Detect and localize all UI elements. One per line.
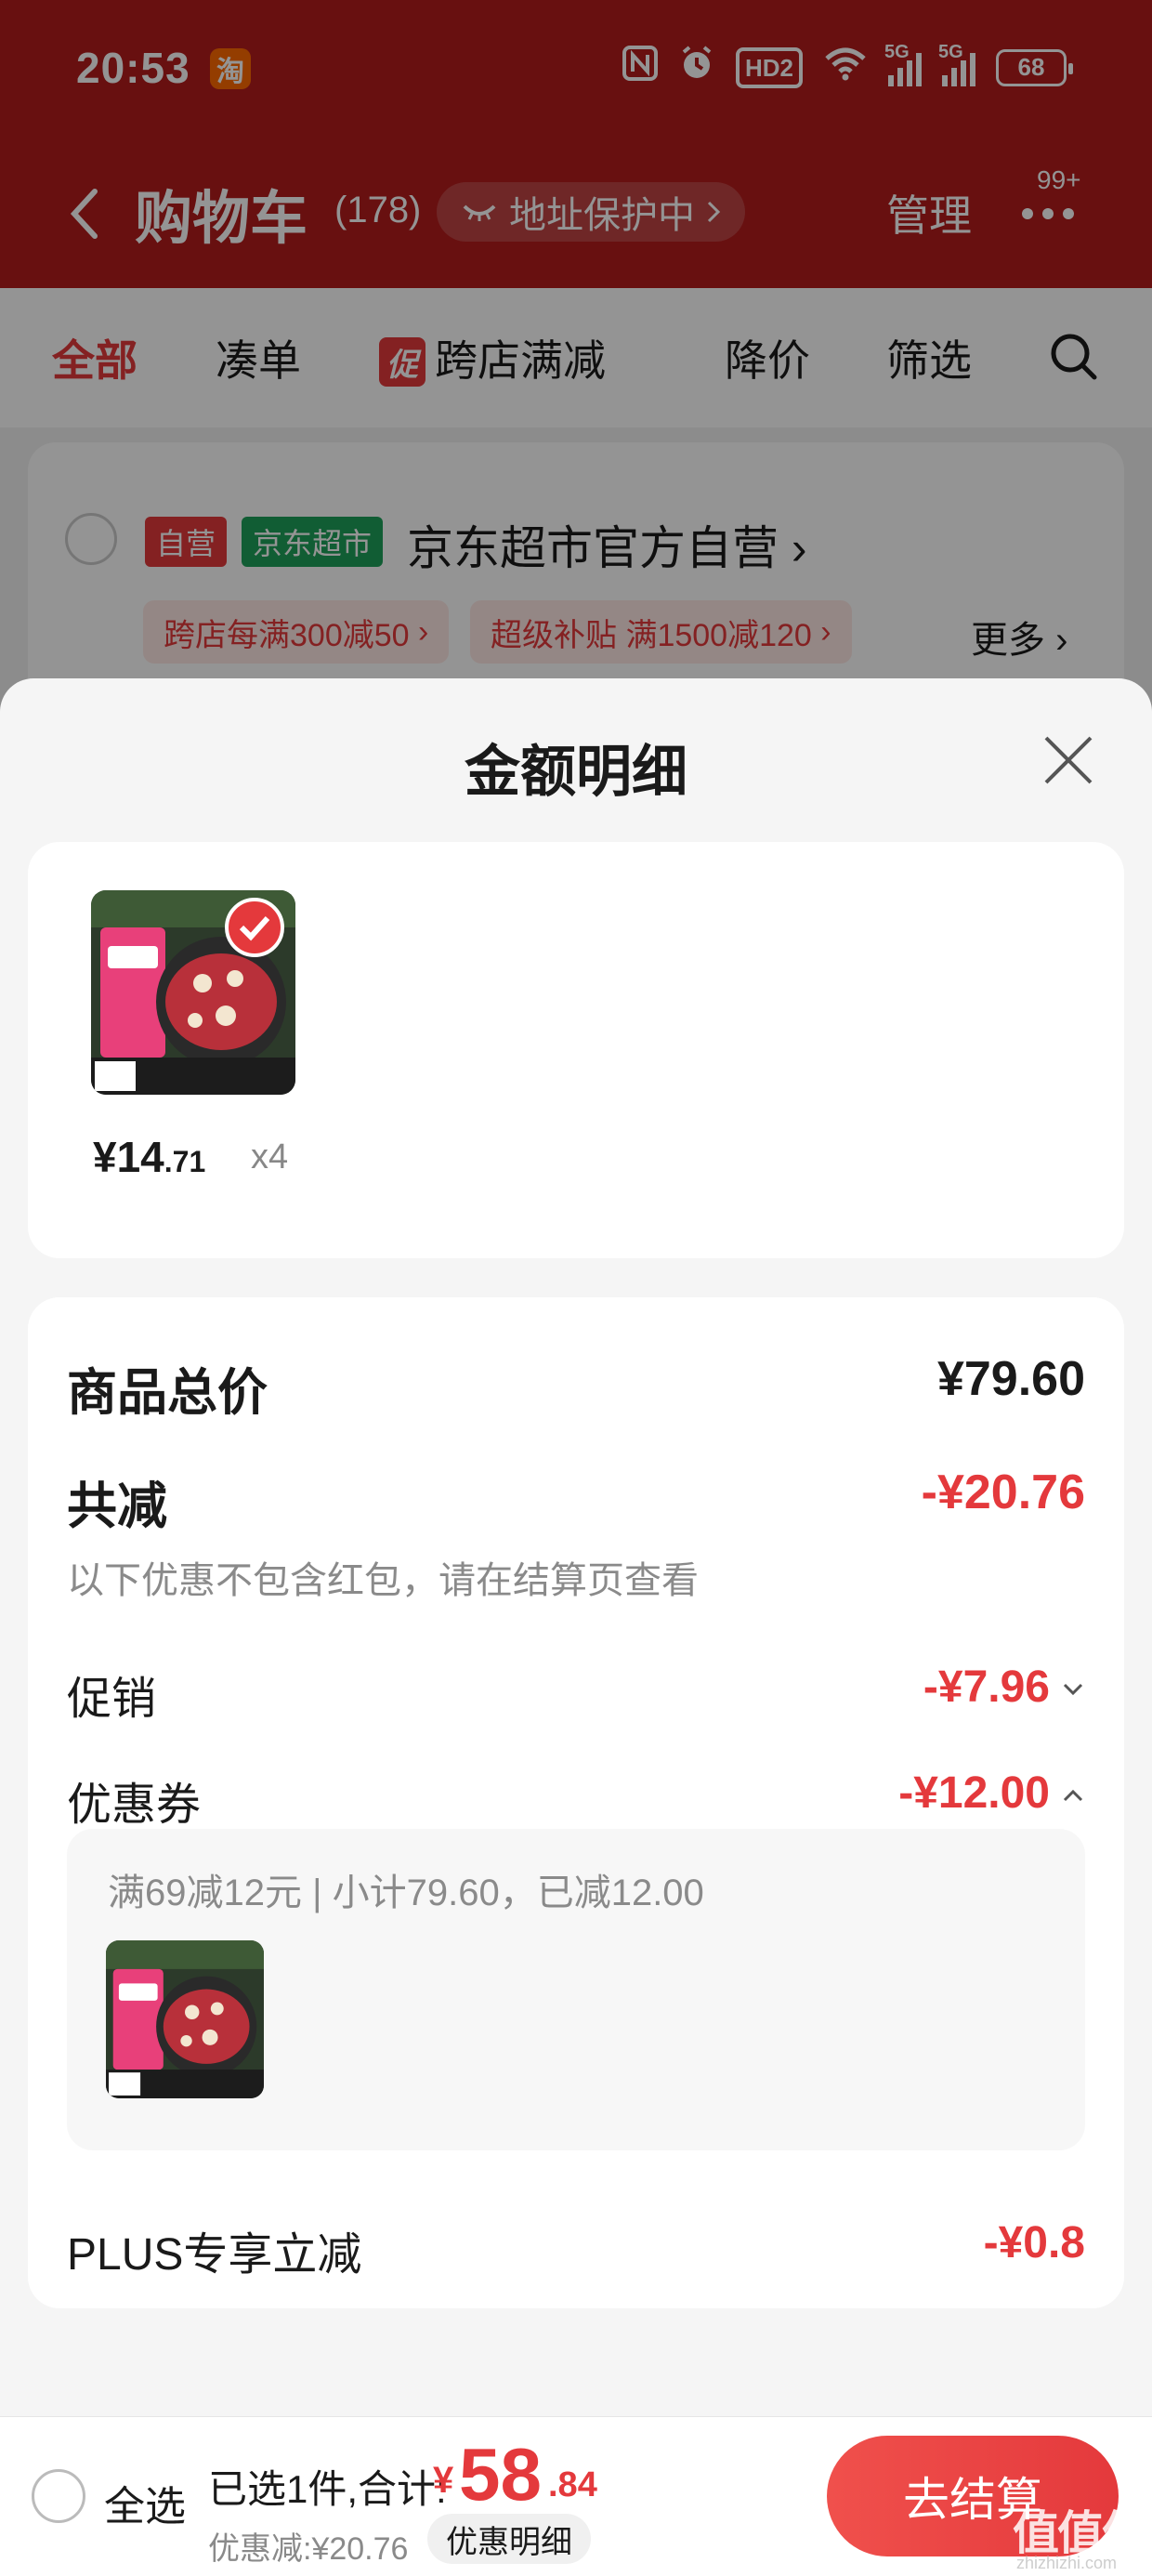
total-discount-label: 共减 xyxy=(67,1479,167,1534)
promo-row[interactable]: -¥7.96 xyxy=(923,1662,1085,1713)
watermark-url: zhizhizhi.com xyxy=(1016,2554,1118,2572)
sheet-title: 金额明细 xyxy=(465,741,687,803)
select-all-radio[interactable] xyxy=(32,2469,85,2523)
discount-detail-button[interactable]: 优惠明细 xyxy=(427,2514,591,2564)
close-icon[interactable] xyxy=(1041,732,1096,788)
selected-check-icon xyxy=(225,898,284,957)
goods-total-value: ¥79.60 xyxy=(936,1352,1085,1406)
total-currency: ¥ xyxy=(433,2460,454,2501)
total-amount: 58 xyxy=(459,2433,542,2516)
price-detail-sheet: 金额明细 ¥14.71 x4 商品总价 ¥79.60 共减 -¥20.76 以下… xyxy=(0,678,1152,2416)
plus-discount-value: -¥0.8 xyxy=(983,2218,1085,2267)
coupon-detail-box: 满69减12元 | 小计79.60，已减12.00 xyxy=(67,1829,1085,2150)
coupon-row[interactable]: -¥12.00 xyxy=(898,1768,1085,1819)
price-summary-card: 商品总价 ¥79.60 共减 -¥20.76 以下优惠不包含红包，请在结算页查看… xyxy=(28,1297,1124,2308)
select-all-label[interactable]: 全选 xyxy=(104,2473,186,2532)
discount-hint: 以下优惠不包含红包，请在结算页查看 xyxy=(67,1560,699,1601)
total-amount-decimal: .84 xyxy=(548,2465,597,2504)
selected-items-card: ¥14.71 x4 xyxy=(28,842,1124,1258)
discount-summary: 优惠减:¥20.76 xyxy=(208,2531,409,2567)
item-quantity: x4 xyxy=(251,1137,289,1176)
chevron-up-icon xyxy=(1063,1790,1083,1802)
total-discount-value: -¥20.76 xyxy=(921,1465,1085,1519)
chevron-down-icon xyxy=(1063,1684,1083,1696)
selected-count-text: 已选1件,合计: xyxy=(208,2467,447,2511)
coupon-label: 优惠券 xyxy=(67,1781,202,1830)
goods-total-label: 商品总价 xyxy=(67,1365,268,1421)
promo-value: -¥7.96 xyxy=(923,1663,1050,1712)
checkout-bar: 全选 已选1件,合计: ¥ 58 .84 优惠减:¥20.76 优惠明细 去结算 xyxy=(0,2416,1152,2576)
promo-label: 促销 xyxy=(67,1675,157,1724)
coupon-product-thumbnail xyxy=(106,1940,264,2098)
plus-discount-label: PLUS专享立减 xyxy=(67,2230,362,2280)
coupon-value: -¥12.00 xyxy=(898,1768,1050,1818)
coupon-detail-text: 满69减12元 | 小计79.60，已减12.00 xyxy=(108,1873,704,1913)
item-price: ¥14.71 xyxy=(93,1133,206,1181)
